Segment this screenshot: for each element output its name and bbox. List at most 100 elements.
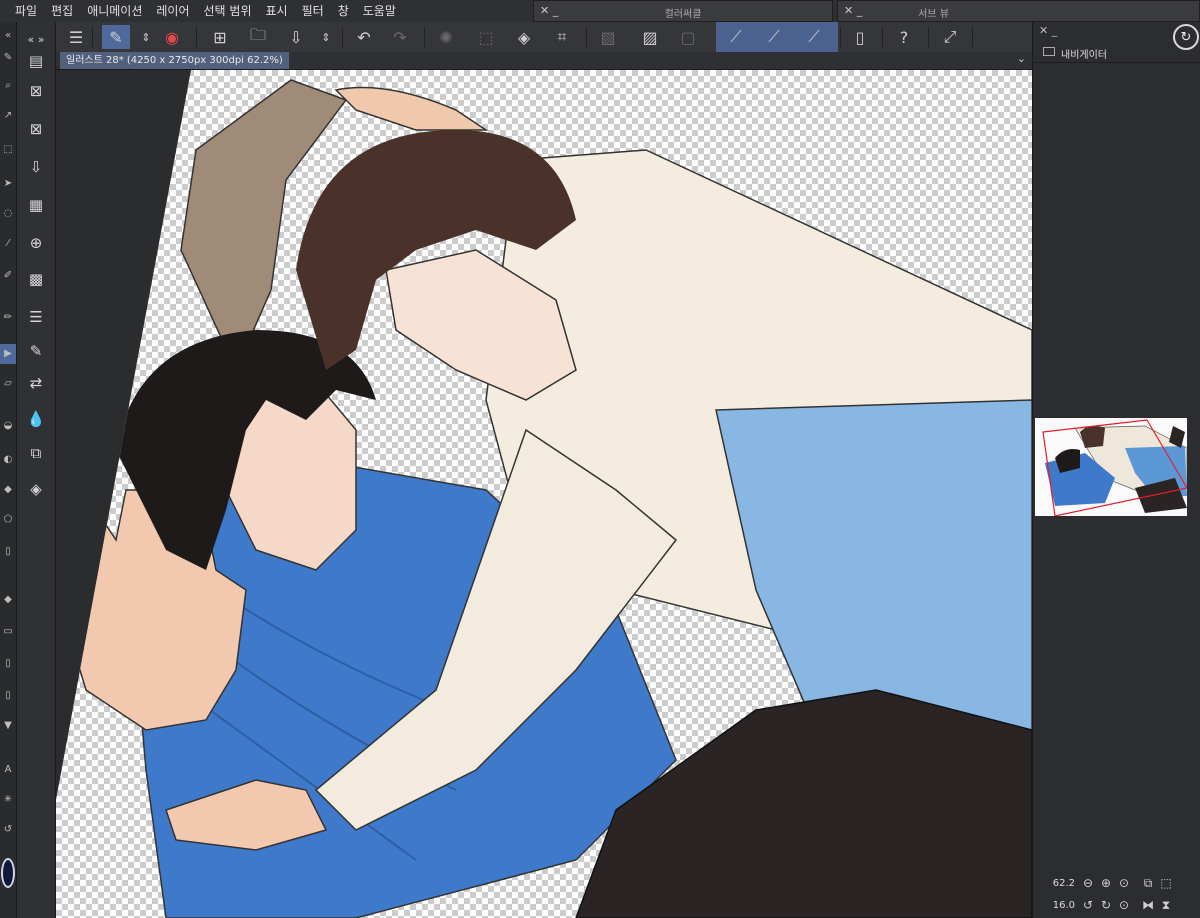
layers-icon[interactable]: ◈ — [24, 478, 48, 500]
stepper-icon-2[interactable]: ⇕ — [314, 25, 338, 49]
balloon-tool-icon[interactable]: ▯ — [0, 658, 16, 669]
zoom-fit-icon[interactable]: ⊙ — [1115, 876, 1133, 890]
record-icon[interactable]: ◉ — [160, 25, 184, 49]
zoom-value[interactable]: 62.2 — [1033, 878, 1079, 889]
import-icon[interactable]: ⇩ — [24, 156, 48, 178]
color-circle-panel-header[interactable]: ✕ _ 컬러써클 — [533, 0, 833, 22]
new-file-icon[interactable]: ⊞ — [208, 25, 232, 49]
menu-window[interactable]: 창 — [331, 0, 356, 22]
fit-window-icon[interactable]: ⧉ — [1139, 876, 1157, 891]
pen-tool-icon[interactable]: ✎ — [0, 52, 16, 63]
fill-tool-icon[interactable]: ◐ — [0, 454, 16, 465]
correction-icon[interactable]: ↺ — [0, 824, 16, 835]
sub-view-panel-header[interactable]: ✕ _ 서브 뷰 — [837, 0, 1200, 22]
menu-selection[interactable]: 선택 범위 — [197, 0, 259, 22]
rotate-right-icon[interactable]: ↻ — [1097, 898, 1115, 912]
fit-screen-icon[interactable]: ⤢ — [938, 25, 962, 49]
magnify-icon[interactable]: ⊕ — [24, 232, 48, 254]
arrow-tool-icon[interactable]: ➤ — [0, 178, 16, 189]
drops-icon[interactable]: 💧 — [24, 408, 48, 430]
stepper-icon[interactable]: ⇕ — [134, 25, 158, 49]
rotate-reset-small-icon[interactable]: ⊙ — [1115, 898, 1133, 912]
layer-property-icon[interactable]: ▤ — [24, 50, 48, 72]
rotation-row: 16.0 ↺ ↻ ⊙ ⧓ ⧗ — [1033, 896, 1200, 914]
expand-icon[interactable]: « » — [24, 28, 48, 50]
select-all-icon[interactable]: ⬚ — [474, 25, 498, 49]
fill-icon[interactable]: ◈ — [512, 25, 536, 49]
checker-icon[interactable]: ▨ — [638, 25, 662, 49]
eyedropper-icon[interactable]: ⁄ — [0, 238, 16, 249]
gradient-tool-icon[interactable]: ◆ — [0, 484, 16, 495]
help-icon[interactable]: ? — [892, 25, 916, 49]
main-color-swatch[interactable] — [1, 858, 15, 888]
figure-tool-icon[interactable]: ⬠ — [0, 514, 16, 525]
pen-stabilize-icon[interactable]: ⟋ — [724, 25, 748, 49]
text-a-icon[interactable]: A — [0, 764, 16, 775]
menu-edit[interactable]: 편집 — [44, 0, 80, 22]
command-bar: ☰ ✎ ⇕ ◉ ⊞ 🗀 ⇩ ⇕ ↶ ↷ ✺ ⬚ ◈ ⌗ ▧ ▨ ▢ ⟋ ⟋ ⟋ … — [56, 22, 1032, 53]
film-icon[interactable]: ▩ — [24, 268, 48, 290]
text-tool-icon[interactable]: ◆ — [0, 594, 16, 605]
layers-stack-icon[interactable]: ⧉ — [24, 442, 48, 464]
line-tool-icon[interactable]: ▯ — [0, 690, 16, 701]
eraser-tool-icon[interactable]: ▱ — [0, 378, 16, 389]
flip-vertical-icon[interactable]: ⧗ — [1157, 898, 1175, 913]
deselect-icon[interactable]: ▧ — [596, 25, 620, 49]
navigator-thumbnail[interactable] — [1035, 418, 1187, 516]
command-column: « » ▤ ⊠ ⊠ ⇩ ▦ ⊕ ▩ ☰ ✎ ⇄ 💧 ⧉ ◈ — [17, 22, 56, 918]
rotation-value[interactable]: 16.0 — [1033, 900, 1079, 911]
redo-icon[interactable]: ↷ — [388, 25, 412, 49]
active-tool-icon[interactable]: ▶ — [0, 344, 16, 364]
canvas-area[interactable] — [56, 70, 1032, 918]
lasso-tool-icon[interactable]: ◌ — [0, 208, 16, 219]
navigator-tab[interactable]: 내비게이터 — [1061, 46, 1107, 61]
rotate-left-icon[interactable]: ↺ — [1079, 898, 1097, 912]
collapse-icon[interactable]: « — [0, 30, 16, 41]
brush-tool-icon[interactable]: ✐ — [0, 270, 16, 281]
illustration-canvas[interactable] — [56, 70, 1032, 918]
select-tool-icon[interactable]: ⬚ — [0, 144, 16, 155]
ruler-tool-icon[interactable]: ▭ — [0, 626, 16, 637]
zoom-row: 62.2 ⊖ ⊕ ⊙ ⧉ ⬚ — [1033, 874, 1200, 892]
sliders-icon[interactable]: ☰ — [24, 306, 48, 328]
clear-icon[interactable]: ⊠ — [24, 80, 48, 102]
grid-icon[interactable]: ▦ — [24, 194, 48, 216]
rotate-reset-icon[interactable]: ↻ — [1173, 24, 1199, 50]
line-stabilize-icon[interactable]: ⟋ — [802, 25, 826, 49]
brush-stabilize-icon[interactable]: ⟋ — [762, 25, 786, 49]
brush-settings-icon[interactable]: ✎ — [24, 340, 48, 362]
edit-mode-icon[interactable]: ✎ — [102, 25, 130, 49]
flip-horizontal-icon[interactable]: ⧓ — [1139, 898, 1157, 912]
crop-icon[interactable]: ⌗ — [550, 25, 574, 49]
close-icon[interactable]: ✕ _ — [1039, 24, 1057, 37]
zoom-out-icon[interactable]: ⊖ — [1079, 876, 1097, 890]
blend-tool-icon[interactable]: ◒ — [0, 420, 16, 431]
phone-icon[interactable]: ▯ — [848, 25, 872, 49]
fullscreen-icon[interactable]: ⬚ — [1157, 876, 1175, 890]
zoom-in-icon[interactable]: ⊕ — [1097, 876, 1115, 890]
move-tool-icon[interactable]: ↗ — [0, 110, 16, 121]
clear-outside-icon[interactable]: ⊠ — [24, 118, 48, 140]
menu-layer[interactable]: 레이어 — [149, 0, 196, 22]
flatten-icon[interactable]: ▢ — [676, 25, 700, 49]
undo-icon[interactable]: ↶ — [352, 25, 376, 49]
arrows-icon[interactable]: ⇄ — [24, 372, 48, 394]
loading-icon[interactable]: ✺ — [434, 25, 458, 49]
chevron-down-icon[interactable]: ⌄ — [1017, 52, 1026, 65]
document-tab[interactable]: 일러스트 28* (4250 x 2750px 300dpi 62.2%) — [60, 52, 289, 69]
hamburger-icon[interactable]: ☰ — [64, 25, 88, 49]
triangle-icon[interactable]: ▼ — [0, 720, 16, 731]
frame-tool-icon[interactable]: ▯ — [0, 546, 16, 557]
save-icon[interactable]: ⇩ — [284, 25, 308, 49]
pencil-tool-icon[interactable]: ✏ — [0, 312, 16, 323]
menu-filter[interactable]: 필터 — [295, 0, 331, 22]
zoom-tool-icon[interactable]: ⌕ — [0, 80, 16, 91]
open-folder-icon[interactable]: 🗀 — [246, 25, 270, 49]
menu-animation[interactable]: 애니메이션 — [80, 0, 149, 22]
menu-help[interactable]: 도움말 — [356, 0, 403, 22]
menu-view[interactable]: 표시 — [259, 0, 295, 22]
sparkle-icon[interactable]: ✳ — [0, 794, 16, 805]
menu-file[interactable]: 파일 — [8, 0, 44, 22]
navigator-panel: ✕ _ 내비게이터 ↻ 62.2 ⊖ ⊕ ⊙ ⧉ ⬚ 16.0 ↺ ↻ ⊙ ⧓ … — [1032, 22, 1200, 918]
document-tab-bar: 일러스트 28* (4250 x 2750px 300dpi 62.2%) ⌄ — [56, 52, 1032, 70]
